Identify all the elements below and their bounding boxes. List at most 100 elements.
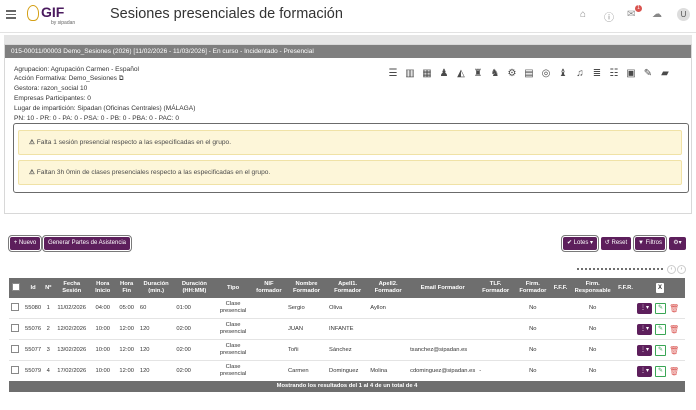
- column-header[interactable]: NIF formador: [251, 278, 286, 298]
- users-cog-icon[interactable]: ♜: [472, 68, 484, 80]
- checklist-icon[interactable]: ☷: [608, 68, 620, 80]
- column-header[interactable]: F.F.R.: [616, 278, 635, 298]
- cloud-download-icon[interactable]: ☁: [652, 9, 662, 20]
- edit-icon[interactable]: ✎: [655, 302, 666, 314]
- chart-area-icon[interactable]: ◭: [455, 68, 467, 80]
- info-icon[interactable]: ⓘ: [604, 9, 614, 24]
- edit-icon[interactable]: ✎: [655, 344, 666, 356]
- column-header[interactable]: Tipo: [214, 278, 252, 298]
- row-select-cell[interactable]: [9, 339, 23, 361]
- table-row[interactable]: 55076 2 12/02/2026 10:00 12:00 120 02:00 Clase …: [9, 318, 685, 340]
- cell-nombre: Carmen: [285, 360, 328, 382]
- chevron-right-icon[interactable]: ›: [677, 265, 686, 274]
- filtros-button[interactable]: ▼ Filtros: [633, 235, 667, 252]
- cell-nif: [251, 339, 286, 361]
- row-select-cell[interactable]: [9, 298, 23, 319]
- table-row[interactable]: 55079 4 17/02/2026 10:00 12:00 120 02:00 Clase …: [9, 360, 685, 382]
- cell-nif: [251, 360, 286, 382]
- filter-icon: ▼: [638, 240, 644, 246]
- excel-export-header[interactable]: X: [635, 278, 685, 298]
- file-invoice-icon[interactable]: ▤: [523, 68, 535, 80]
- folder-open-icon[interactable]: ▰: [659, 68, 671, 80]
- group-icon[interactable]: ♟: [438, 68, 450, 80]
- column-header[interactable]: Firm. Responsable: [569, 278, 617, 298]
- trash-icon[interactable]: 🗑: [669, 325, 679, 334]
- cell-ap1: Sánchez: [327, 339, 369, 361]
- select-all-checkbox[interactable]: [12, 282, 20, 291]
- app-logo[interactable]: GIF by sipadan: [27, 4, 81, 28]
- logo-text: GIF: [41, 4, 65, 20]
- hamburger-icon[interactable]: [6, 10, 16, 19]
- mail-icon[interactable]: ✉: [627, 9, 635, 20]
- avatar[interactable]: U: [677, 8, 690, 21]
- row-select-cell[interactable]: [9, 318, 23, 340]
- scroll-indicator[interactable]: [577, 268, 663, 272]
- calendar-icon[interactable]: ▦: [421, 68, 433, 80]
- trash-icon[interactable]: 🗑: [669, 304, 679, 313]
- column-header[interactable]: Email Formador: [408, 278, 478, 298]
- table-row[interactable]: 55077 3 13/02/2026 10:00 12:00 120 02:00 Clase …: [9, 339, 685, 361]
- row-menu-button[interactable]: ⋮▾: [637, 323, 652, 335]
- column-header[interactable]: TLF. Formador: [477, 278, 514, 298]
- row-actions-cell: ⋮▾ ✎ 🗑: [635, 318, 685, 340]
- column-header[interactable]: Firm. Formador: [513, 278, 552, 298]
- row-checkbox[interactable]: [11, 323, 19, 332]
- list-icon[interactable]: ☰: [387, 68, 399, 80]
- cell-ap2: Ayllon: [368, 298, 409, 319]
- home-icon[interactable]: ⌂: [580, 9, 586, 20]
- cell-ff: No: [513, 360, 552, 382]
- edit-icon[interactable]: ✎: [655, 365, 666, 377]
- edit-icon[interactable]: ✎: [655, 323, 666, 335]
- row-checkbox[interactable]: [11, 344, 19, 353]
- file-signature-icon[interactable]: ✎: [642, 68, 654, 80]
- column-header[interactable]: Nombre Formador: [285, 278, 328, 298]
- cell-fecha: 12/02/2026: [53, 318, 91, 340]
- reset-button[interactable]: ↺ Reset: [601, 237, 631, 250]
- table-header-row: Id Nº Fecha Sesión Hora Inicio Hora Fin …: [9, 278, 685, 298]
- cell-fecha: 11/02/2026: [53, 298, 91, 319]
- column-header[interactable]: F.F.F.: [551, 278, 570, 298]
- row-menu-button[interactable]: ⋮▾: [637, 365, 652, 377]
- cell-nombre: Toñi: [285, 339, 328, 361]
- column-header[interactable]: Hora Fin: [115, 278, 138, 298]
- list-ul-icon[interactable]: ≣: [591, 68, 603, 80]
- external-link-icon[interactable]: ⧉: [119, 75, 124, 82]
- cell-fr: No: [569, 360, 617, 382]
- row-checkbox[interactable]: [11, 365, 19, 374]
- bell-icon[interactable]: ♫: [574, 68, 586, 80]
- cell-fr: No: [569, 318, 617, 340]
- group-panel: 015-00011/00003 Demo_Sesiones (2026) [11…: [4, 44, 692, 214]
- gear-icon[interactable]: ⚙: [506, 68, 518, 80]
- trash-icon[interactable]: 🗑: [669, 367, 679, 376]
- id-card-icon[interactable]: ▣: [625, 68, 637, 80]
- user-tie-icon[interactable]: ♝: [557, 68, 569, 80]
- page-title: Sesiones presenciales de formación: [110, 6, 343, 22]
- chevron-left-icon[interactable]: ‹: [667, 265, 676, 274]
- column-header[interactable]: Apell1. Formador: [327, 278, 369, 298]
- row-select-cell[interactable]: [9, 360, 23, 382]
- row-menu-button[interactable]: ⋮▾: [637, 344, 652, 356]
- row-checkbox[interactable]: [11, 302, 19, 311]
- nuevo-button[interactable]: + Nuevo: [8, 235, 42, 252]
- column-header[interactable]: Duración (min.): [137, 278, 175, 298]
- generar-partes-button[interactable]: Generar Partes de Asistencia: [42, 235, 132, 252]
- column-header[interactable]: Duración (HH:MM): [174, 278, 215, 298]
- building-icon[interactable]: ▥: [404, 68, 416, 80]
- row-menu-button[interactable]: ⋮▾: [637, 302, 652, 314]
- column-header[interactable]: Nº: [43, 278, 54, 298]
- column-header[interactable]: Apell2. Formador: [368, 278, 409, 298]
- cell-fff: [551, 360, 570, 382]
- user-group-icon[interactable]: ♞: [489, 68, 501, 80]
- trash-icon[interactable]: 🗑: [669, 346, 679, 355]
- column-header[interactable]: Hora Inicio: [90, 278, 116, 298]
- coins-icon[interactable]: ◎: [540, 68, 552, 80]
- table-row[interactable]: 55080 1 11/02/2026 04:00 05:00 60 01:00 Clase p…: [9, 298, 685, 319]
- cell-ffr: [616, 318, 635, 340]
- cell-min: 120: [137, 318, 175, 340]
- settings-dropdown[interactable]: ⚙▾: [669, 237, 686, 250]
- excel-icon[interactable]: X: [656, 283, 664, 293]
- select-all-header[interactable]: [9, 278, 23, 298]
- column-header[interactable]: Fecha Sesión: [53, 278, 91, 298]
- column-header[interactable]: Id: [23, 278, 44, 298]
- lotes-button[interactable]: ✔ Lotes ▾: [561, 235, 599, 252]
